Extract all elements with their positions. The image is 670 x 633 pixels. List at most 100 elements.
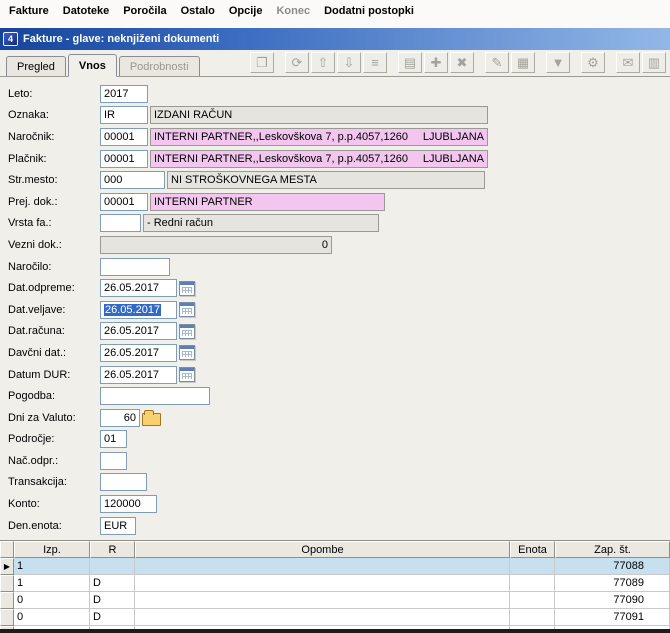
copy-button[interactable]: ❐ — [250, 52, 274, 73]
strmesto-code-input[interactable]: 000 — [100, 171, 165, 190]
oznaka-label: Oznaka: — [8, 109, 49, 122]
field-row-vrstafa: Vrsta fa.: - Redni račun — [8, 213, 670, 235]
veznidok-value: 0 — [100, 235, 332, 254]
row-selector[interactable] — [0, 609, 14, 627]
datracuna-input[interactable]: 26.05.2017 — [100, 322, 177, 341]
datumdur-label: Datum DUR: — [8, 368, 71, 381]
menu-item-datoteke[interactable]: Datoteke — [56, 2, 116, 20]
field-row-prejdok: Prej. dok.: 00001 INTERNI PARTNER — [8, 191, 670, 213]
cell-zap-st: 77088 — [555, 558, 670, 576]
denenota-input[interactable]: EUR — [100, 516, 136, 535]
toolbar-group: ✉ ▥ — [616, 52, 666, 73]
header-row-selector — [0, 541, 14, 559]
field-row-narocilo: Naročilo: — [8, 256, 670, 278]
menu-item-porocila[interactable]: Poročila — [116, 2, 173, 20]
toolbar-group: ⟳ ⇧ ⇩ ≡ — [285, 52, 387, 73]
transakcija-input[interactable] — [100, 473, 147, 492]
narocilo-input[interactable] — [100, 257, 170, 276]
row-selector[interactable] — [0, 592, 14, 610]
tab-strip: Pregled Vnos Podrobnosti ❐ ⟳ ⇧ ⇩ ≡ ▤ ✚ ✖… — [0, 50, 670, 77]
header-r: R — [90, 541, 135, 559]
edit-button[interactable]: ✎ — [485, 52, 509, 73]
tab-podrobnosti[interactable]: Podrobnosti — [118, 56, 200, 76]
datveljave-calendar-icon[interactable] — [179, 302, 195, 318]
cell-zap-st: 77089 — [555, 575, 670, 593]
filter-button[interactable]: ▼ — [546, 52, 570, 73]
vrstafa-code-input[interactable] — [100, 214, 141, 233]
field-row-leto: Leto: 2017 — [8, 83, 670, 105]
field-row-nacodpr: Nač.odpr.: — [8, 450, 670, 472]
calendar-grid — [182, 329, 192, 336]
menu-item-ostalo[interactable]: Ostalo — [174, 2, 222, 20]
add-icon: ✚ — [430, 55, 442, 70]
add-button[interactable]: ✚ — [424, 52, 448, 73]
move-up-button[interactable]: ⇧ — [311, 52, 335, 73]
prejdok-label: Prej. dok.: — [8, 195, 58, 208]
row-selector[interactable]: ▶ — [0, 558, 14, 576]
prejdok-code-input[interactable]: 00001 — [100, 192, 148, 211]
menu-item-opcije[interactable]: Opcije — [222, 2, 270, 20]
table-header-row: Izp. R Opombe Enota Zap. št. — [0, 541, 670, 559]
tab-vnos[interactable]: Vnos — [67, 54, 117, 77]
calendar-grid — [182, 351, 192, 358]
cell-enota — [510, 609, 555, 627]
send-button[interactable]: ✉ — [616, 52, 640, 73]
move-down-button[interactable]: ⇩ — [337, 52, 361, 73]
datodpreme-calendar-icon[interactable] — [179, 280, 195, 296]
details-icon: ▤ — [403, 55, 417, 70]
oznaka-code-input[interactable]: IR — [100, 106, 148, 125]
details-button[interactable]: ▤ — [398, 52, 422, 73]
cell-r: D — [90, 609, 135, 627]
davcnidat-input[interactable]: 26.05.2017 — [100, 343, 177, 362]
pogodba-input[interactable] — [100, 387, 210, 406]
table-row[interactable]: ▶ 1 77088 — [0, 558, 670, 576]
menu-item-konec[interactable]: Konec — [269, 2, 317, 20]
columns-button[interactable]: ▥ — [642, 52, 666, 73]
cell-zap-st: 77091 — [555, 609, 670, 627]
table-row[interactable]: 0 D 77091 — [0, 609, 670, 627]
narocnik-code-input[interactable]: 00001 — [100, 127, 148, 146]
datveljave-input[interactable]: 26.05.2017 — [100, 300, 177, 319]
pogodba-label: Pogodba: — [8, 390, 56, 403]
table-row[interactable]: 0 D 77090 — [0, 592, 670, 610]
dnizavaluto-input[interactable]: 60 — [100, 408, 140, 427]
field-row-datodpreme: Dat.odpreme: 26.05.2017 — [8, 277, 670, 299]
delete-button[interactable]: ✖ — [450, 52, 474, 73]
leto-input[interactable]: 2017 — [100, 84, 148, 103]
datumdur-calendar-icon[interactable] — [179, 367, 195, 383]
datumdur-input[interactable]: 26.05.2017 — [100, 365, 177, 384]
nacodpr-input[interactable] — [100, 451, 127, 470]
toolbar-group: ❐ — [250, 52, 274, 73]
row-selector[interactable] — [0, 575, 14, 593]
podrocje-input[interactable]: 01 — [100, 430, 127, 449]
oznaka-description: IZDANI RAČUN — [150, 106, 488, 125]
calendar-grid — [182, 373, 192, 380]
table-row[interactable]: 1 D 77089 — [0, 575, 670, 593]
field-row-datumdur: Datum DUR: 26.05.2017 — [8, 364, 670, 386]
narocnik-city: LJUBLJANA — [422, 130, 484, 143]
narocilo-label: Naročilo: — [8, 260, 52, 273]
window-title: Fakture - glave: neknjiženi dokumenti — [23, 33, 220, 45]
settings-button[interactable]: ⚙ — [581, 52, 605, 73]
menu-item-dodatni-postopki[interactable]: Dodatni postopki — [317, 2, 421, 20]
copy-icon: ❐ — [256, 55, 268, 70]
refresh-button[interactable]: ⟳ — [285, 52, 309, 73]
grid-button[interactable]: ▦ — [511, 52, 535, 73]
list-button[interactable]: ≡ — [363, 52, 387, 73]
datracuna-calendar-icon[interactable] — [179, 323, 195, 339]
veznidok-label: Vezni dok.: — [8, 238, 62, 251]
davcnidat-calendar-icon[interactable] — [179, 345, 195, 361]
cell-r — [90, 558, 135, 576]
edit-icon: ✎ — [491, 55, 503, 70]
konto-label: Konto: — [8, 498, 40, 511]
podrocje-label: Področje: — [8, 433, 55, 446]
tab-pregled[interactable]: Pregled — [6, 56, 66, 76]
konto-input[interactable]: 120000 — [100, 495, 157, 514]
menu-item-fakture[interactable]: Fakture — [2, 2, 56, 20]
datracuna-label: Dat.računa: — [8, 325, 65, 338]
datodpreme-input[interactable]: 26.05.2017 — [100, 279, 177, 298]
toolbar-group: ▼ — [546, 52, 570, 73]
folder-icon[interactable] — [142, 409, 161, 426]
refresh-icon: ⟳ — [291, 55, 303, 70]
placnik-code-input[interactable]: 00001 — [100, 149, 148, 168]
